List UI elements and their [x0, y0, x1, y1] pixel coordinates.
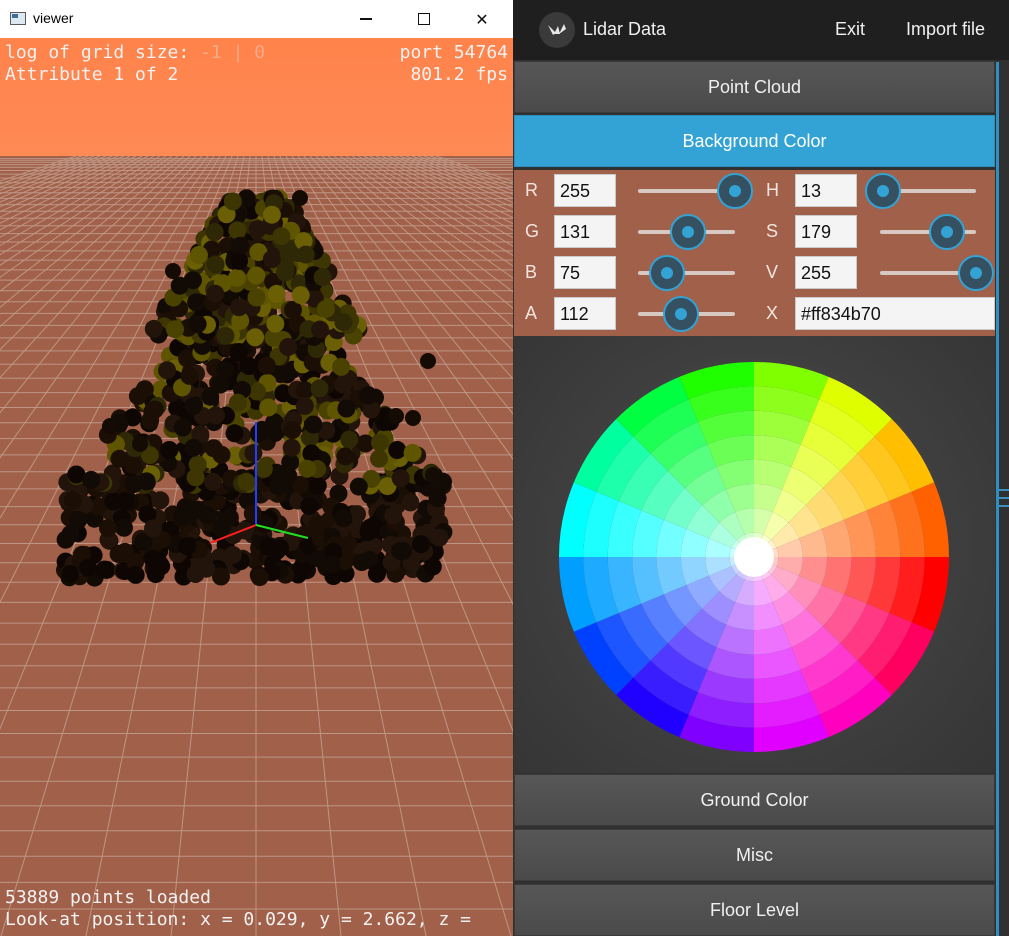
grid-size-value: -1 | 0: [200, 42, 266, 63]
v-label: V: [766, 262, 779, 282]
viewer-titlebar[interactable]: viewer ✕: [0, 0, 513, 38]
viewer-title: viewer: [33, 10, 74, 26]
hex-input[interactable]: #ff834b70: [795, 297, 995, 330]
r-slider-handle[interactable]: [717, 173, 753, 209]
s-input[interactable]: 179: [795, 215, 857, 248]
minimize-icon: [360, 18, 372, 20]
floor-level-section-button[interactable]: Floor Level: [514, 884, 995, 936]
misc-section-button[interactable]: Misc: [514, 829, 995, 881]
grid-size-readout: log of grid size: -1 | 0: [5, 42, 265, 64]
r-input[interactable]: 255: [554, 174, 616, 207]
r-label: R: [525, 180, 538, 200]
h-label: H: [766, 180, 779, 200]
b-input[interactable]: 75: [554, 256, 616, 289]
look-at-readout: Look-at position: x = 0.029, y = 2.662, …: [5, 909, 471, 930]
exit-button[interactable]: Exit: [835, 19, 865, 40]
a-label: A: [525, 303, 538, 323]
grid-size-label: log of grid size:: [5, 42, 201, 63]
scrollbar-grip[interactable]: [999, 483, 1009, 515]
b-slider-handle[interactable]: [649, 255, 685, 291]
g-input[interactable]: 131: [554, 215, 616, 248]
close-icon: ✕: [475, 9, 489, 29]
close-button[interactable]: ✕: [453, 0, 511, 38]
s-slider-handle[interactable]: [929, 214, 965, 250]
h-input[interactable]: 13: [795, 174, 857, 207]
app-title: Lidar Data: [583, 19, 667, 39]
import-file-button[interactable]: Import file: [906, 19, 985, 40]
app-header: Lidar Data Exit Import file: [513, 0, 1009, 60]
v-slider-handle[interactable]: [958, 255, 994, 291]
maximize-icon: [418, 13, 430, 25]
viewer-window: viewer ✕ log of grid size: -1 | 0 port 5…: [0, 0, 513, 936]
v-input[interactable]: 255: [795, 256, 857, 289]
color-picker-inputs: R 255 G 131 B 75 A 112 H 13 S 179 V 255 …: [514, 170, 995, 336]
a-slider-handle[interactable]: [663, 296, 699, 332]
background-color-section-button[interactable]: Background Color: [514, 115, 995, 167]
b-label: B: [525, 262, 538, 282]
lidar-app-window: Lidar Data Exit Import file Point Cloud …: [513, 0, 1009, 936]
g-label: G: [525, 221, 540, 241]
maximize-button[interactable]: [395, 0, 453, 38]
s-label: S: [766, 221, 779, 241]
port-readout: port 54764: [399, 42, 508, 63]
color-wheel[interactable]: [514, 336, 995, 773]
minimize-button[interactable]: [337, 0, 395, 38]
kivy-logo-icon: [539, 12, 575, 48]
fps-readout: 801.2 fps: [410, 64, 508, 85]
ground-color-section-button[interactable]: Ground Color: [514, 774, 995, 826]
3d-viewport[interactable]: log of grid size: -1 | 0 port 54764 Attr…: [0, 38, 513, 936]
points-loaded-readout: 53889 points loaded: [5, 887, 211, 908]
a-input[interactable]: 112: [554, 297, 616, 330]
window-app-icon: [10, 12, 26, 25]
point-cloud-section-button[interactable]: Point Cloud: [514, 61, 995, 113]
attribute-readout: Attribute 1 of 2: [5, 64, 179, 85]
x-label: X: [766, 303, 779, 323]
g-slider-handle[interactable]: [670, 214, 706, 250]
scene-canvas: [0, 38, 513, 936]
color-wheel-area: [514, 336, 995, 773]
h-slider-handle[interactable]: [865, 173, 901, 209]
